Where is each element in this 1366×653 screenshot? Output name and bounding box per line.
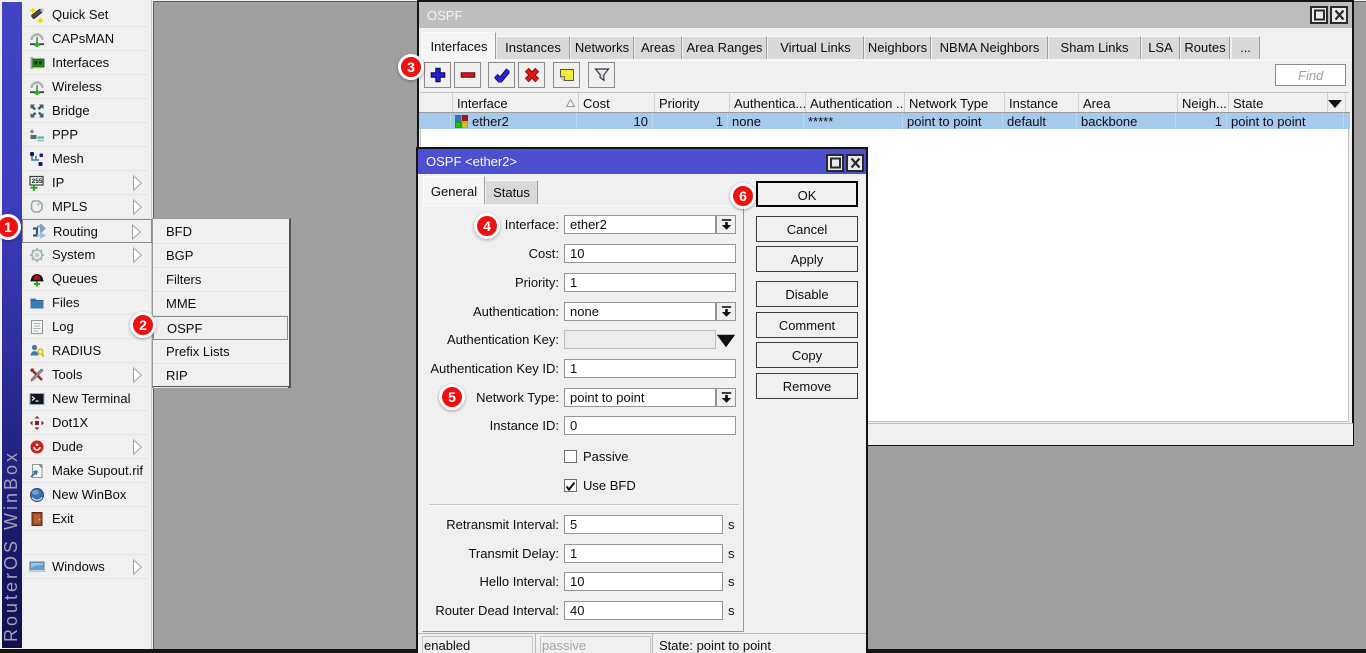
svg-text:255: 255 (32, 178, 43, 185)
